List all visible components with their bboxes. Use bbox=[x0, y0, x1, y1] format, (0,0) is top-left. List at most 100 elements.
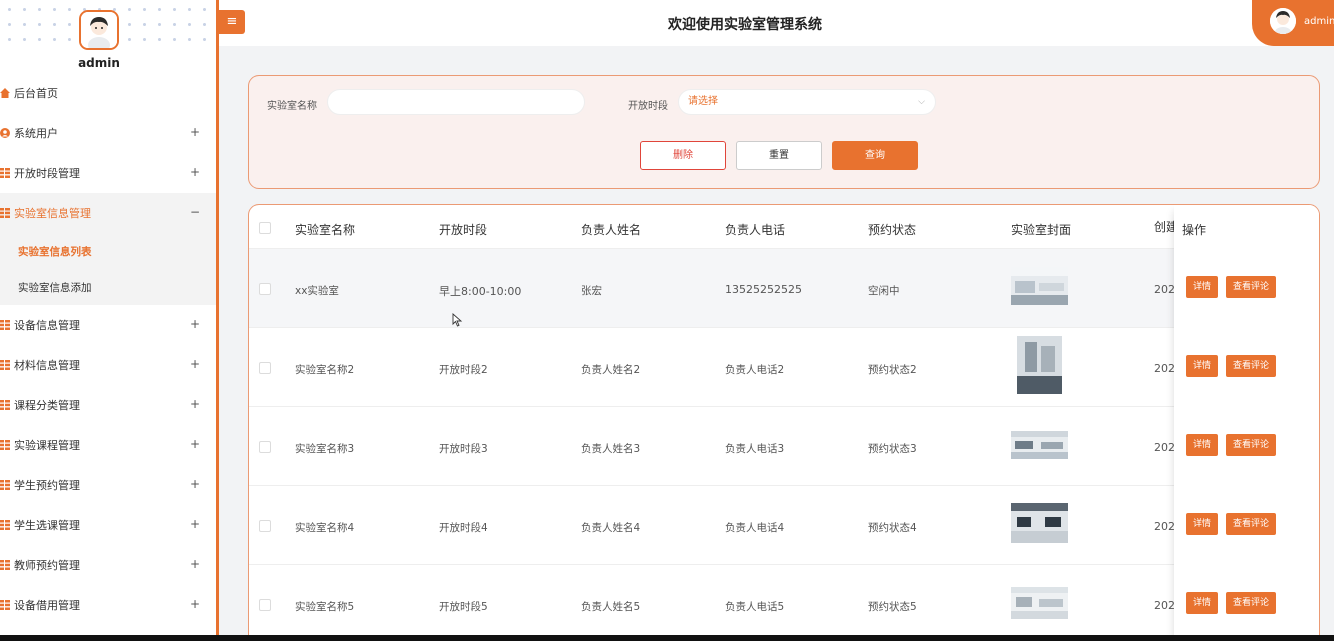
cell-period: 开放时段2 bbox=[439, 364, 488, 376]
grid-icon bbox=[0, 400, 10, 410]
table-header: 实验室名称 开放时段 负责人姓名 负责人电话 预约状态 实验室封面 创建 bbox=[249, 205, 1319, 249]
expand-icon[interactable]: + bbox=[190, 165, 200, 179]
col-period[interactable]: 开放时段 bbox=[439, 221, 487, 238]
user-avatar-icon bbox=[1270, 8, 1296, 34]
avatar[interactable] bbox=[79, 10, 119, 50]
cell-person: 负责人姓名5 bbox=[581, 601, 641, 613]
sidebar-menu: 后台首页 系统用户 + 开放时段管理 + 实验室信息管理 − 实验室信息列表 实… bbox=[0, 73, 216, 625]
row-checkbox[interactable] bbox=[259, 520, 271, 532]
sidebar: admin 后台首页 系统用户 + 开放时段管理 + 实验室信息管理 − 实验室… bbox=[0, 0, 219, 635]
row-checkbox[interactable] bbox=[259, 362, 271, 374]
cell-period: 早上8:00-10:00 bbox=[439, 285, 522, 298]
cell-person: 负责人姓名3 bbox=[581, 443, 641, 455]
col-phone[interactable]: 负责人电话 bbox=[725, 221, 785, 238]
sidebar-item-teacher-booking[interactable]: 教师预约管理 + bbox=[0, 545, 216, 585]
cell-lab-name: xx实验室 bbox=[295, 285, 339, 297]
sidebar-item-equipment-borrow[interactable]: 设备借用管理 + bbox=[0, 585, 216, 625]
cell-period: 开放时段5 bbox=[439, 601, 488, 613]
cell-person: 负责人姓名2 bbox=[581, 364, 641, 376]
table-row[interactable]: 实验室名称5 开放时段5 负责人姓名5 负责人电话5 预约状态5 2024 bbox=[249, 564, 1319, 641]
sidebar-item-system-users[interactable]: 系统用户 + bbox=[0, 113, 216, 153]
sidebar-item-materials[interactable]: 材料信息管理 + bbox=[0, 345, 216, 385]
cell-phone: 负责人电话2 bbox=[725, 364, 785, 376]
user-icon bbox=[0, 128, 10, 138]
col-operations: 操作 bbox=[1182, 223, 1207, 237]
table-row[interactable]: xx实验室 早上8:00-10:00 张宏 13525252525 空闲中 20… bbox=[249, 248, 1319, 327]
select-all-checkbox[interactable] bbox=[259, 222, 271, 234]
sidebar-item-lab-course[interactable]: 实验课程管理 + bbox=[0, 425, 216, 465]
lab-table: 实验室名称 开放时段 负责人姓名 负责人电话 预约状态 实验室封面 创建 xx实… bbox=[248, 204, 1320, 641]
cell-phone: 13525252525 bbox=[725, 283, 802, 296]
detail-button[interactable]: 详情 bbox=[1186, 434, 1218, 456]
expand-icon[interactable]: + bbox=[190, 597, 200, 611]
col-cover[interactable]: 实验室封面 bbox=[1011, 221, 1071, 238]
lab-cover-image[interactable] bbox=[1017, 336, 1062, 394]
sidebar-item-home[interactable]: 后台首页 bbox=[0, 73, 216, 113]
sidebar-item-label: 系统用户 bbox=[14, 127, 58, 140]
lab-cover-image[interactable] bbox=[1011, 503, 1068, 543]
sidebar-item-course-category[interactable]: 课程分类管理 + bbox=[0, 385, 216, 425]
view-comments-button[interactable]: 查看评论 bbox=[1226, 355, 1276, 377]
query-button[interactable]: 查询 bbox=[832, 141, 918, 170]
expand-icon[interactable]: + bbox=[190, 125, 200, 139]
sidebar-item-open-period[interactable]: 开放时段管理 + bbox=[0, 153, 216, 193]
period-select[interactable]: 请选择 ⌵ bbox=[678, 89, 936, 115]
sidebar-item-student-course[interactable]: 学生选课管理 + bbox=[0, 505, 216, 545]
lab-name-label: 实验室名称 bbox=[267, 101, 317, 112]
table-row[interactable]: 实验室名称3 开放时段3 负责人姓名3 负责人电话3 预约状态3 2024 bbox=[249, 406, 1319, 485]
sidebar-username: admin bbox=[78, 56, 120, 70]
expand-icon[interactable]: + bbox=[190, 517, 200, 531]
col-person[interactable]: 负责人姓名 bbox=[581, 221, 641, 238]
expand-icon[interactable]: + bbox=[190, 557, 200, 571]
grid-icon bbox=[0, 440, 10, 450]
row-checkbox[interactable] bbox=[259, 283, 271, 295]
avatar-icon bbox=[81, 12, 117, 48]
sidebar-item-label: 后台首页 bbox=[14, 87, 58, 100]
sidebar-item-label: 设备信息管理 bbox=[14, 319, 80, 332]
sidebar-item-label: 学生选课管理 bbox=[14, 519, 80, 532]
lab-cover-image[interactable] bbox=[1011, 431, 1068, 459]
view-comments-button[interactable]: 查看评论 bbox=[1226, 592, 1276, 614]
detail-button[interactable]: 详情 bbox=[1186, 276, 1218, 298]
grid-icon bbox=[0, 168, 10, 178]
expand-icon[interactable]: + bbox=[190, 437, 200, 451]
table-row[interactable]: 实验室名称4 开放时段4 负责人姓名4 负责人电话4 预约状态4 2024 bbox=[249, 485, 1319, 564]
menu-toggle-button[interactable]: ≡ bbox=[219, 10, 245, 34]
reset-button[interactable]: 重置 bbox=[736, 141, 822, 170]
detail-button[interactable]: 详情 bbox=[1186, 592, 1218, 614]
home-icon bbox=[0, 88, 10, 98]
sidebar-item-lab-info[interactable]: 实验室信息管理 − bbox=[0, 193, 216, 233]
row-checkbox[interactable] bbox=[259, 441, 271, 453]
grid-icon bbox=[0, 520, 10, 530]
view-comments-button[interactable]: 查看评论 bbox=[1226, 434, 1276, 456]
sidebar-item-label: 实验室信息管理 bbox=[14, 207, 91, 220]
lab-cover-image[interactable] bbox=[1011, 267, 1068, 305]
expand-icon[interactable]: + bbox=[190, 477, 200, 491]
expand-icon[interactable]: + bbox=[190, 397, 200, 411]
sidebar-item-equipment[interactable]: 设备信息管理 + bbox=[0, 305, 216, 345]
col-status[interactable]: 预约状态 bbox=[868, 221, 916, 238]
user-menu[interactable]: admin bbox=[1252, 0, 1334, 46]
delete-button[interactable]: 删除 bbox=[640, 141, 726, 170]
cell-status: 预约状态5 bbox=[868, 601, 917, 613]
expand-icon[interactable]: + bbox=[190, 317, 200, 331]
sidebar-item-student-booking[interactable]: 学生预约管理 + bbox=[0, 465, 216, 505]
chevron-down-icon: ⌵ bbox=[918, 97, 925, 107]
lab-name-input[interactable] bbox=[327, 89, 585, 115]
view-comments-button[interactable]: 查看评论 bbox=[1226, 513, 1276, 535]
row-checkbox[interactable] bbox=[259, 599, 271, 611]
expand-icon[interactable]: + bbox=[190, 357, 200, 371]
grid-icon bbox=[0, 208, 10, 218]
collapse-icon[interactable]: − bbox=[190, 205, 200, 219]
detail-button[interactable]: 详情 bbox=[1186, 513, 1218, 535]
grid-icon bbox=[0, 560, 10, 570]
col-lab-name[interactable]: 实验室名称 bbox=[295, 221, 355, 238]
search-panel: 实验室名称 开放时段 请选择 ⌵ 删除 重置 查询 bbox=[248, 75, 1320, 189]
submenu-lab-list[interactable]: 实验室信息列表 bbox=[0, 233, 216, 269]
lab-cover-image[interactable] bbox=[1011, 587, 1068, 619]
view-comments-button[interactable]: 查看评论 bbox=[1226, 276, 1276, 298]
detail-button[interactable]: 详情 bbox=[1186, 355, 1218, 377]
sidebar-item-label: 教师预约管理 bbox=[14, 559, 80, 572]
submenu-lab-add[interactable]: 实验室信息添加 bbox=[0, 269, 216, 305]
table-row[interactable]: 实验室名称2 开放时段2 负责人姓名2 负责人电话2 预约状态2 2024 bbox=[249, 327, 1319, 406]
